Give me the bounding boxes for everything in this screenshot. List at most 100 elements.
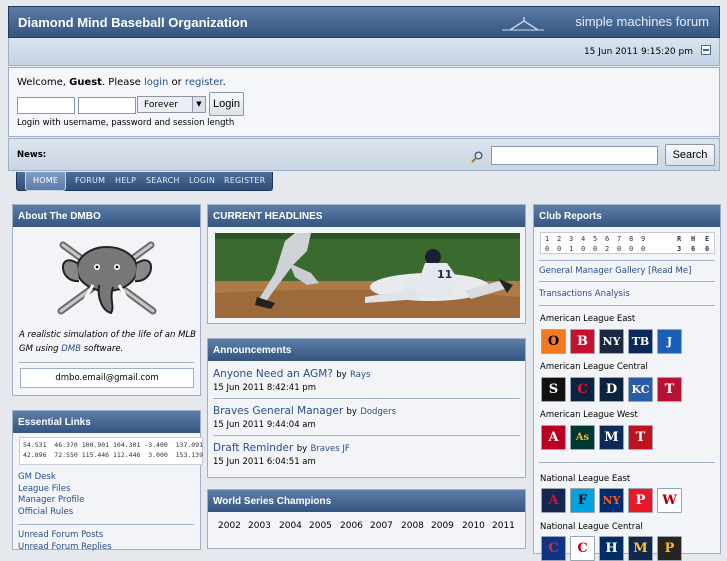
team-logo-icon[interactable]: C [541, 536, 566, 561]
team-logo-icon[interactable]: W [657, 488, 682, 513]
session-length-value: Forever [144, 100, 178, 110]
club-reports-title: Club Reports [534, 205, 720, 227]
dropdown-arrow-icon: ▼ [192, 97, 205, 112]
transactions-link[interactable]: Transactions Analysis [539, 289, 630, 299]
team-logo-icon[interactable]: NY [599, 488, 624, 513]
team-logo-icon[interactable]: TB [628, 329, 653, 354]
period-text: . [222, 77, 226, 88]
team-logo-icon[interactable]: KC [628, 377, 653, 402]
menu-login[interactable]: LOGIN [189, 176, 215, 185]
current-datetime: 15 Jun 2011 9:15:20 pm [583, 47, 693, 57]
inning-score: 0 [557, 245, 562, 253]
team-logo-icon[interactable]: O [541, 329, 566, 354]
menu-register[interactable]: REGISTER [224, 176, 265, 185]
team-logo-icon[interactable]: S [541, 377, 566, 402]
year-label[interactable]: 2004 [279, 521, 302, 531]
announcement-item: Draft Reminder by Braves JF [213, 442, 350, 454]
year-label[interactable]: 2007 [370, 521, 393, 531]
link-gm-desk[interactable]: GM Desk [18, 472, 84, 484]
year-label[interactable]: 2011 [492, 521, 515, 531]
announcement-link[interactable]: Draft Reminder [213, 442, 293, 454]
team-logo-icon[interactable]: As [570, 425, 595, 450]
rhe-label: E [705, 235, 710, 243]
team-logo-icon[interactable]: C [570, 377, 595, 402]
team-logo-icon[interactable]: M [599, 425, 624, 450]
league-label: National League East [540, 474, 631, 484]
inning-score: 0 [629, 245, 634, 253]
menu-forum[interactable]: FORUM [75, 176, 105, 185]
team-logo-icon[interactable]: T [628, 425, 653, 450]
year-label[interactable]: 2008 [401, 521, 424, 531]
author-link[interactable]: Rays [350, 370, 370, 380]
divider [213, 435, 520, 436]
search-icon [471, 151, 483, 163]
inning-score: 1 [569, 245, 574, 253]
register-link[interactable]: register [185, 77, 223, 88]
search-button[interactable]: Search [665, 144, 715, 166]
champions-title: World Series Champions [208, 490, 525, 512]
team-logo-icon[interactable]: J [657, 329, 682, 354]
link-official-rules[interactable]: Official Rules [18, 507, 84, 519]
inning-label: 4 [581, 235, 586, 243]
team-logo-icon[interactable]: T [657, 377, 682, 402]
welcome-text: Welcome, Guest. Please login or register… [17, 77, 226, 88]
team-logo-icon[interactable]: NY [599, 329, 624, 354]
please-text: . Please [101, 77, 144, 88]
team-logo-icon[interactable]: P [628, 488, 653, 513]
login-link[interactable]: login [144, 77, 168, 88]
team-logo-icon[interactable]: A [541, 425, 566, 450]
stats-table: 54.531 46.370 100.901 104.301 -3.400 137… [19, 437, 203, 465]
team-logo-icon[interactable]: H [599, 536, 624, 561]
menu-home[interactable]: HOME [25, 172, 67, 191]
jersey-number: 11 [437, 268, 452, 281]
year-label[interactable]: 2003 [248, 521, 271, 531]
link-league-files[interactable]: League Files [18, 484, 84, 496]
link-manager-profile[interactable]: Manager Profile [18, 495, 84, 507]
team-logo-icon[interactable]: C [570, 536, 595, 561]
divider [18, 524, 194, 525]
team-logo-icon[interactable]: P [657, 536, 682, 561]
inning-label: 1 [545, 235, 550, 243]
year-label[interactable]: 2002 [218, 521, 241, 531]
session-length-select[interactable]: Forever ▼ [137, 96, 206, 113]
year-label[interactable]: 2010 [462, 521, 485, 531]
login-note: Login with username, password and sessio… [17, 118, 235, 128]
announcement-date: 15 Jun 2011 6:04:51 am [213, 457, 316, 467]
author-link[interactable]: Braves JF [310, 444, 349, 454]
site-title: Diamond Mind Baseball Organization [18, 15, 248, 30]
author-link[interactable]: Dodgers [360, 407, 396, 417]
site-header: Diamond Mind Baseball Organization simpl… [8, 6, 720, 38]
announcements-panel: Announcements Anyone Need an AGM? by Ray… [207, 338, 526, 478]
essential-link-list: GM Desk League Files Manager Profile Off… [18, 472, 84, 518]
login-button[interactable]: Login [209, 92, 244, 116]
by-text: by [346, 407, 357, 417]
collapse-icon[interactable] [701, 45, 711, 55]
headlines-title: CURRENT HEADLINES [208, 205, 525, 227]
menu-search[interactable]: SEARCH [146, 176, 180, 185]
link-unread-posts[interactable]: Unread Forum Posts [18, 530, 112, 542]
team-logo-icon[interactable]: B [570, 329, 595, 354]
rhe-label: H [691, 235, 696, 243]
username-input[interactable] [17, 97, 75, 114]
email-box[interactable]: dmbo.email@gmail.com [20, 368, 194, 388]
forum-logo[interactable]: simple machines forum [575, 14, 709, 29]
year-label[interactable]: 2005 [309, 521, 332, 531]
headline-photo[interactable]: 11 [215, 233, 520, 318]
team-logo-icon[interactable]: M [628, 536, 653, 561]
year-label[interactable]: 2006 [340, 521, 363, 531]
announcement-link[interactable]: Anyone Need an AGM? [213, 368, 333, 380]
link-unread-replies[interactable]: Unread Forum Replies [18, 542, 112, 554]
team-logo-icon[interactable]: F [570, 488, 595, 513]
search-input[interactable] [491, 146, 658, 165]
menu-help[interactable]: HELP [115, 176, 136, 185]
dmb-link[interactable]: DMB [61, 344, 81, 354]
team-logo-icon[interactable]: D [599, 377, 624, 402]
league-label: National League Central [540, 522, 643, 532]
about-text-b: software. [81, 344, 124, 354]
password-input[interactable] [78, 97, 136, 114]
forum-link-list: Unread Forum Posts Unread Forum Replies [18, 530, 112, 553]
announcement-link[interactable]: Braves General Manager [213, 405, 343, 417]
year-label[interactable]: 2009 [431, 521, 454, 531]
team-logo-icon[interactable]: A [541, 488, 566, 513]
gm-gallery-link[interactable]: General Manager Gallery [Read Me] [539, 266, 691, 276]
